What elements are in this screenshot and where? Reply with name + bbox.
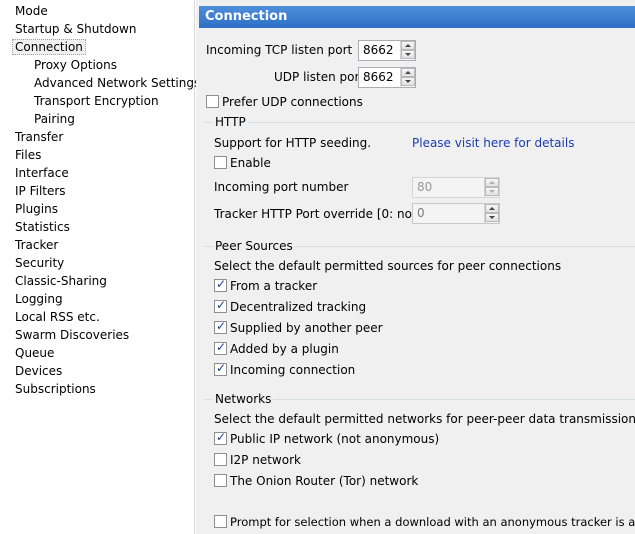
supplied-by-peer-checkbox[interactable] — [214, 319, 227, 334]
tree-item-devices[interactable]: Devices — [13, 363, 64, 379]
http-port-value[interactable]: 80 — [417, 180, 432, 195]
http-group — [204, 122, 635, 123]
from-tracker-label: From a tracker — [230, 279, 318, 293]
tree-item-tracker[interactable]: Tracker — [13, 237, 60, 253]
tree-item-advanced-network-settings[interactable]: Advanced Network Settings — [32, 75, 202, 91]
tree-item-interface[interactable]: Interface — [13, 165, 71, 181]
tor-label: The Onion Router (Tor) network — [230, 474, 419, 488]
http-details-link[interactable]: Please visit here for details — [412, 135, 574, 151]
tree-item-security[interactable]: Security — [13, 255, 66, 271]
http-port-decrement[interactable] — [485, 187, 499, 196]
udp-port-decrement[interactable] — [401, 77, 415, 86]
udp-port-increment[interactable] — [401, 68, 415, 77]
http-enable-label: Enable — [230, 156, 271, 170]
i2p-checkbox[interactable] — [214, 453, 227, 466]
tree-item-subscriptions[interactable]: Subscriptions — [13, 381, 98, 397]
added-by-plugin-checkbox[interactable] — [214, 340, 227, 355]
decentralized-tracking-label: Decentralized tracking — [230, 300, 367, 314]
tree-item-ip-filters[interactable]: IP Filters — [13, 183, 68, 199]
http-group-title: HTTP — [213, 114, 248, 130]
supplied-by-peer-label: Supplied by another peer — [230, 321, 383, 335]
prefer-udp-label: Prefer UDP connections — [222, 95, 363, 109]
tree-item-pairing[interactable]: Pairing — [32, 111, 77, 127]
decentralized-tracking-checkbox[interactable] — [214, 298, 227, 313]
tracker-override-decrement[interactable] — [485, 213, 499, 222]
udp-port-spinner[interactable]: 8662 — [358, 67, 416, 88]
tree-item-startup-shutdown[interactable]: Startup & Shutdown — [13, 21, 138, 37]
tracker-override-spinner[interactable]: 0 — [412, 203, 500, 224]
networks-title: Networks — [213, 391, 274, 407]
added-by-plugin-label: Added by a plugin — [230, 342, 339, 356]
tracker-override-value[interactable]: 0 — [417, 206, 425, 221]
tree-item-transfer[interactable]: Transfer — [13, 129, 65, 145]
tree-item-files[interactable]: Files — [13, 147, 43, 163]
public-ip-label: Public IP network (not anonymous) — [230, 432, 440, 446]
tcp-port-increment[interactable] — [401, 41, 415, 50]
tree-item-queue[interactable]: Queue — [13, 345, 56, 361]
anonymous-prompt-checkbox[interactable] — [214, 515, 227, 528]
http-support-text: Support for HTTP seeding. — [214, 136, 372, 150]
tcp-port-label: Incoming TCP listen port — [206, 43, 353, 57]
peer-sources-title: Peer Sources — [213, 238, 295, 254]
settings-tree: Mode Startup & Shutdown Connection Proxy… — [0, 0, 200, 534]
tree-item-logging[interactable]: Logging — [13, 291, 65, 307]
tree-item-transport-encryption[interactable]: Transport Encryption — [32, 93, 161, 109]
tracker-override-label: Tracker HTTP Port override [0: none] — [214, 207, 432, 221]
tcp-port-decrement[interactable] — [401, 50, 415, 59]
from-tracker-checkbox[interactable] — [214, 277, 227, 292]
tree-item-swarm-discoveries[interactable]: Swarm Discoveries — [13, 327, 131, 343]
tracker-override-increment[interactable] — [485, 204, 499, 213]
incoming-connection-checkbox[interactable] — [214, 361, 227, 376]
anonymous-prompt-label: Prompt for selection when a download wit… — [230, 515, 635, 529]
tree-item-statistics[interactable]: Statistics — [13, 219, 72, 235]
tcp-port-spinner[interactable]: 8662 — [358, 40, 416, 61]
tree-item-local-rss[interactable]: Local RSS etc. — [13, 309, 102, 325]
tor-checkbox[interactable] — [214, 474, 227, 487]
tree-item-mode[interactable]: Mode — [13, 3, 50, 19]
http-port-spinner[interactable]: 80 — [412, 177, 500, 198]
connection-panel: Connection Incoming TCP listen port 8662… — [196, 0, 635, 534]
tree-item-classic-sharing[interactable]: Classic-Sharing — [13, 273, 109, 289]
udp-port-label: UDP listen port — [274, 70, 365, 84]
page-title: Connection — [199, 6, 635, 28]
prefer-udp-checkbox[interactable] — [206, 95, 219, 108]
tree-item-connection[interactable]: Connection — [12, 39, 86, 55]
http-port-label: Incoming port number — [214, 180, 349, 194]
networks-description: Select the default permitted networks fo… — [214, 412, 635, 426]
tree-item-plugins[interactable]: Plugins — [13, 201, 60, 217]
tcp-port-value[interactable]: 8662 — [363, 43, 394, 58]
i2p-label: I2P network — [230, 453, 301, 467]
public-ip-checkbox[interactable] — [214, 430, 227, 445]
http-port-increment[interactable] — [485, 178, 499, 187]
http-enable-checkbox[interactable] — [214, 156, 227, 169]
tree-item-proxy-options[interactable]: Proxy Options — [32, 57, 119, 73]
incoming-connection-label: Incoming connection — [230, 363, 356, 377]
udp-port-value[interactable]: 8662 — [363, 70, 394, 85]
peer-sources-description: Select the default permitted sources for… — [214, 259, 562, 273]
